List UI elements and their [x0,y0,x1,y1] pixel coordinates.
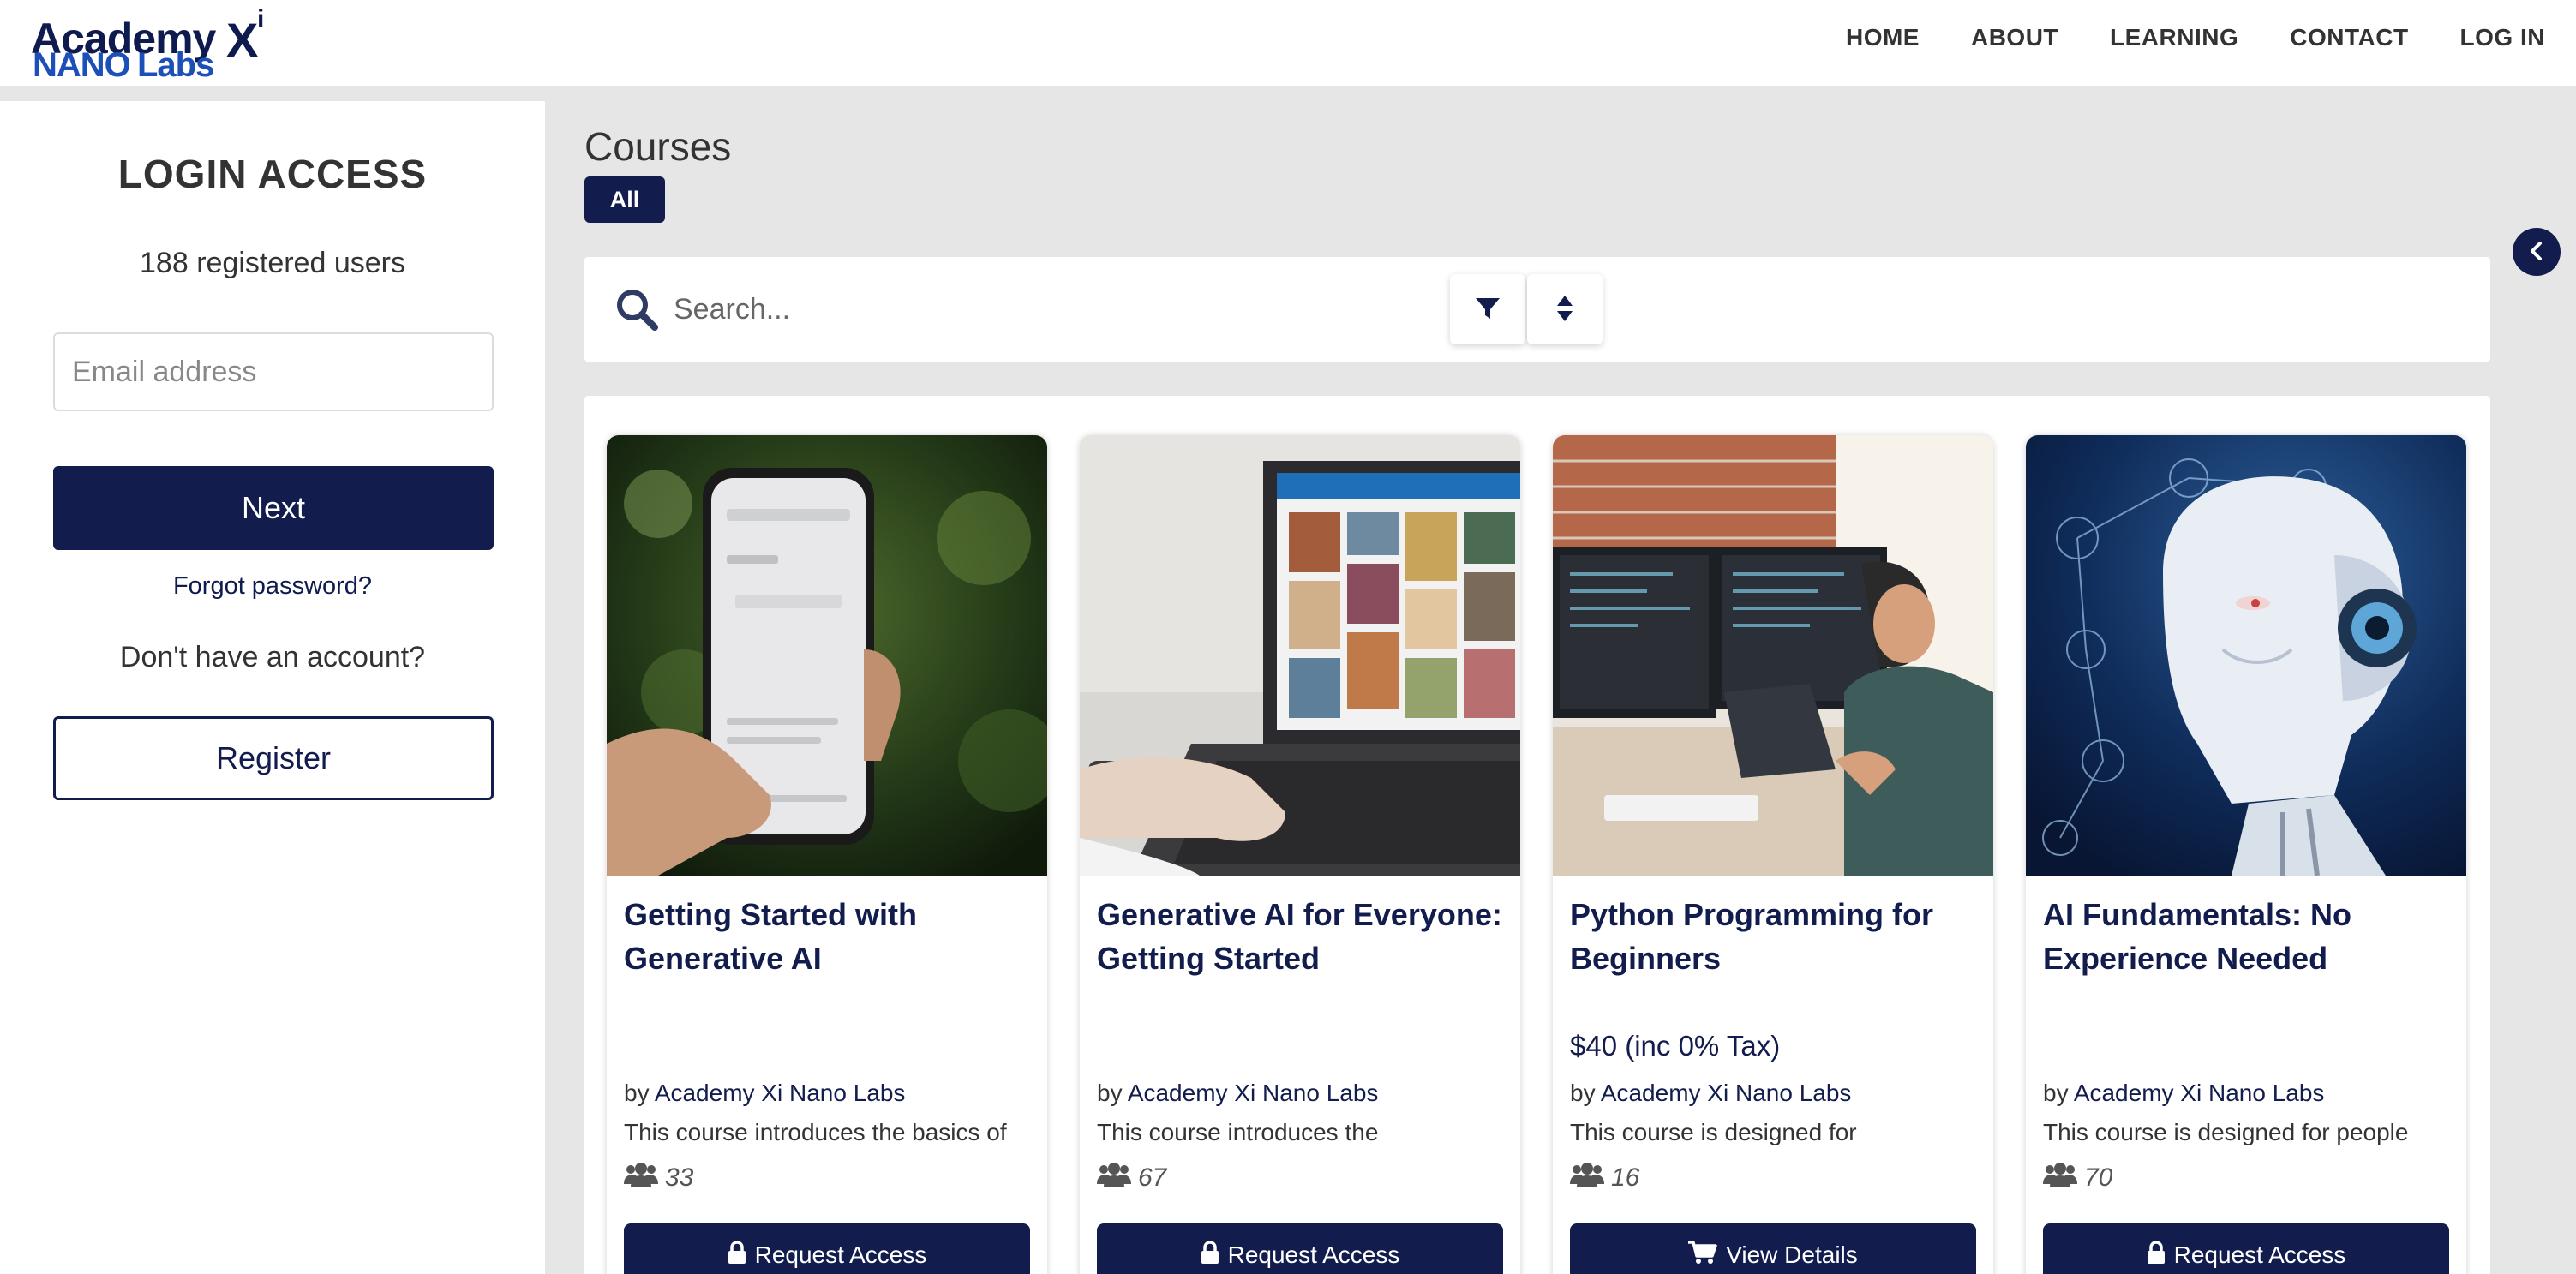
filter-button[interactable] [1450,274,1525,344]
nav-learning[interactable]: LEARNING [2110,24,2238,51]
enrolled-count: 67 [1097,1162,1166,1194]
users-icon [1097,1162,1131,1194]
course-price: $40 (inc 0% Tax) [1570,1030,1781,1062]
button-label: Request Access [754,1241,927,1268]
collapse-sidebar-button[interactable] [2513,228,2561,276]
course-image-phone[interactable] [607,435,1047,876]
author-prefix: by [1097,1080,1123,1106]
course-author[interactable]: Academy Xi Nano Labs [1601,1080,1852,1106]
enrolled-number: 16 [1611,1163,1640,1192]
users-icon [1570,1162,1604,1194]
nav-contact[interactable]: CONTACT [2290,24,2408,51]
search-icon [614,286,660,332]
enrolled-number: 33 [665,1163,694,1192]
course-image-programmer[interactable] [1553,435,1993,876]
login-title: LOGIN ACCESS [117,152,428,196]
view-details-button[interactable]: View Details [1570,1223,1976,1274]
course-title[interactable]: Python Programming for Beginners [1570,893,1981,980]
request-access-button[interactable]: Request Access [1097,1223,1503,1274]
filter-chip-all[interactable]: All [584,176,665,223]
author-prefix: by [624,1080,650,1106]
forgot-password-link[interactable]: Forgot password? [0,572,545,601]
course-description: This course introduces the [1097,1119,1379,1145]
nav-login[interactable]: LOG IN [2460,24,2545,51]
logo-text-i: i [257,5,265,33]
email-field[interactable] [53,332,494,411]
filter-icon [1474,295,1501,325]
logo-text-nano: NANO [33,46,131,84]
course-author-line: by Academy Xi Nano Labs [1097,1080,1378,1107]
request-access-button[interactable]: Request Access [624,1223,1030,1274]
author-prefix: by [2043,1080,2069,1106]
course-description: This course introduces the basics of [624,1119,1007,1145]
enrolled-count: 16 [1570,1162,1639,1194]
course-author-line: by Academy Xi Nano Labs [1570,1080,1851,1107]
registered-users-count: 188 registered users [140,247,405,279]
site-header: Academy X i NANO Labs HOME ABOUT LEARNIN… [0,0,2576,86]
course-author[interactable]: Academy Xi Nano Labs [655,1080,906,1106]
enrolled-count: 33 [624,1162,693,1194]
course-image-laptop[interactable] [1080,435,1520,876]
course-title[interactable]: Getting Started with Generative AI [624,893,1035,980]
next-button[interactable]: Next [53,466,494,550]
lock-icon [2147,1240,2166,1271]
button-label: Request Access [2173,1241,2346,1268]
request-access-button[interactable]: Request Access [2043,1223,2449,1274]
logo-text-x: X [226,13,259,67]
page-title: Courses [584,124,732,169]
search-bar [584,257,2490,362]
lock-icon [728,1240,746,1271]
course-author[interactable]: Academy Xi Nano Labs [2074,1080,2325,1106]
course-card[interactable]: Generative AI for Everyone: Getting Star… [1080,435,1520,1274]
courses-grid: Getting Started with Generative AI by Ac… [584,396,2490,1274]
enrolled-number: 70 [2084,1163,2113,1192]
register-button[interactable]: Register [53,716,494,800]
button-label: View Details [1726,1241,1858,1268]
chevron-left-icon [2527,240,2546,265]
brand-logo[interactable]: Academy X i NANO Labs [31,5,288,84]
course-image-robot[interactable] [2026,435,2466,876]
sort-button[interactable] [1527,274,1603,344]
course-author-line: by Academy Xi Nano Labs [2043,1080,2324,1107]
sort-icon [1555,294,1574,326]
no-account-text: Don't have an account? [119,641,426,673]
cart-icon [1688,1240,1717,1271]
enrolled-count: 70 [2043,1162,2112,1194]
course-title[interactable]: Generative AI for Everyone: Getting Star… [1097,893,1508,980]
enrolled-number: 67 [1138,1163,1167,1192]
course-card[interactable]: Python Programming for Beginners $40 (in… [1553,435,1993,1274]
course-card[interactable]: AI Fundamentals: No Experience Needed by… [2026,435,2466,1274]
search-input[interactable] [674,283,1959,336]
course-author-line: by Academy Xi Nano Labs [624,1080,905,1107]
nav-home[interactable]: HOME [1846,24,1920,51]
login-sidebar: LOGIN ACCESS 188 registered users Next F… [0,101,545,1274]
logo-text-labs: Labs [137,46,214,84]
course-author[interactable]: Academy Xi Nano Labs [1128,1080,1379,1106]
lock-icon [1201,1240,1219,1271]
users-icon [2043,1162,2077,1194]
main-nav: HOME ABOUT LEARNING CONTACT LOG IN [1794,24,2545,51]
button-label: Request Access [1227,1241,1400,1268]
course-description: This course is designed for [1570,1119,1857,1145]
author-prefix: by [1570,1080,1596,1106]
course-card[interactable]: Getting Started with Generative AI by Ac… [607,435,1047,1274]
course-title[interactable]: AI Fundamentals: No Experience Needed [2043,893,2454,980]
course-description: This course is designed for people [2043,1119,2409,1145]
users-icon [624,1162,658,1194]
nav-about[interactable]: ABOUT [1971,24,2058,51]
